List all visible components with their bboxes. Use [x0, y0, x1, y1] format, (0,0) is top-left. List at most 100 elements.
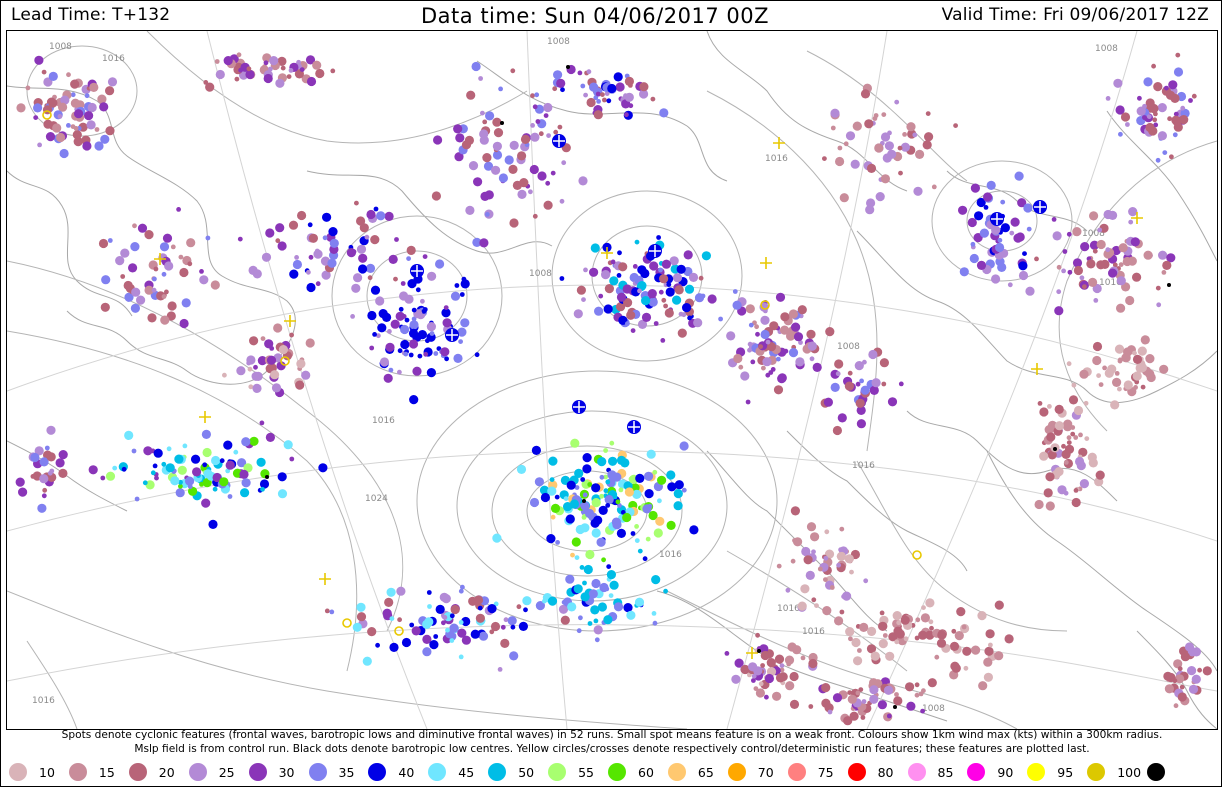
feature-spot [830, 125, 836, 131]
feature-spot [394, 237, 399, 242]
feature-spot [120, 274, 126, 279]
feature-spot [550, 503, 561, 513]
feature-spot [663, 588, 668, 594]
feature-spot [611, 517, 622, 527]
feature-spot [261, 252, 272, 262]
feature-spot [390, 319, 400, 329]
feature-spot [630, 328, 636, 333]
feature-spot [517, 151, 527, 161]
feature-spot [1079, 369, 1089, 379]
feature-spot [444, 356, 449, 362]
feature-spot [700, 293, 706, 299]
feature-spot [161, 461, 167, 467]
feature-spot [860, 385, 870, 395]
feature-spot [825, 327, 835, 337]
barotropic-low-dot [1167, 283, 1171, 287]
feature-spot [814, 603, 819, 608]
feature-spot [426, 590, 432, 595]
feature-spot [650, 96, 656, 102]
feature-spot [105, 86, 115, 96]
feature-spot [523, 607, 528, 613]
feature-spot [385, 342, 395, 352]
feature-spot [951, 663, 961, 673]
feature-spot [517, 189, 527, 199]
feature-spot [165, 463, 175, 473]
feature-spot [542, 598, 547, 604]
feature-spot [920, 708, 925, 714]
feature-spot [829, 585, 835, 590]
feature-spot [915, 617, 921, 623]
feature-spot [202, 462, 208, 468]
feature-spot [1120, 112, 1131, 122]
feature-spot [589, 82, 599, 92]
feature-spot [797, 305, 807, 315]
deterministic-cross-icon [284, 315, 296, 327]
feature-spot [449, 638, 455, 643]
feature-spot [101, 275, 111, 285]
feature-spot [1113, 78, 1123, 88]
feature-spot [569, 499, 580, 509]
feature-spot [39, 474, 49, 484]
feature-spot [453, 124, 463, 134]
feature-spot [1123, 380, 1133, 390]
feature-spot [265, 228, 275, 238]
feature-spot [681, 312, 687, 318]
feature-spot [560, 615, 570, 625]
feature-spot [468, 596, 478, 606]
feature-spot [1087, 452, 1097, 462]
feature-spot [66, 123, 71, 128]
feature-spot [1073, 488, 1079, 493]
feature-spot [121, 466, 127, 472]
feature-spot [537, 171, 547, 181]
feature-spot [59, 148, 69, 159]
feature-spot [43, 119, 53, 129]
feature-spot [652, 469, 658, 475]
feature-spot [563, 599, 569, 605]
feature-spot [306, 269, 311, 275]
feature-spot [275, 223, 285, 233]
feature-spot [812, 362, 822, 372]
feature-spot [591, 498, 601, 508]
feature-spot [160, 315, 170, 325]
feature-spot [427, 271, 437, 281]
feature-spot [839, 526, 845, 532]
feature-spot [1132, 371, 1142, 381]
feature-spot [547, 596, 558, 606]
feature-spot [52, 123, 62, 133]
feature-spot [1187, 666, 1197, 676]
feature-spot [1086, 259, 1096, 269]
legend-label: 65 [697, 765, 714, 780]
legend-label: 55 [578, 765, 594, 780]
feature-spot [179, 267, 189, 278]
feature-spot [1137, 95, 1142, 101]
caption-line-2: Mslp field is from control run. Black do… [134, 743, 1090, 755]
feature-spot [836, 562, 841, 568]
feature-spot [1092, 341, 1103, 352]
feature-spot [1149, 103, 1159, 114]
feature-spot [823, 577, 828, 582]
feature-spot [616, 273, 622, 278]
feature-spot [851, 637, 861, 648]
feature-spot [1007, 282, 1013, 288]
feature-spot [616, 455, 627, 465]
legend-label: 45 [458, 765, 475, 780]
feature-spot [1108, 268, 1118, 278]
feature-spot [1075, 456, 1085, 467]
feature-spot [422, 254, 428, 259]
legend-swatch [68, 763, 87, 781]
isobar-label: 1016 [102, 54, 125, 64]
feature-spot [249, 436, 259, 446]
feature-spot [616, 292, 627, 302]
feature-spot [161, 271, 167, 277]
feature-spot [765, 339, 771, 345]
feature-spot [1175, 52, 1181, 58]
legend-label: 50 [518, 765, 535, 780]
feature-spot [830, 382, 840, 392]
feature-spot [199, 275, 209, 285]
feature-spot [491, 165, 501, 175]
feature-spot [400, 281, 406, 286]
feature-spot [847, 370, 853, 376]
feature-spot [1173, 703, 1179, 709]
legend-label: 75 [817, 765, 834, 780]
deterministic-cross-icon [773, 137, 785, 149]
